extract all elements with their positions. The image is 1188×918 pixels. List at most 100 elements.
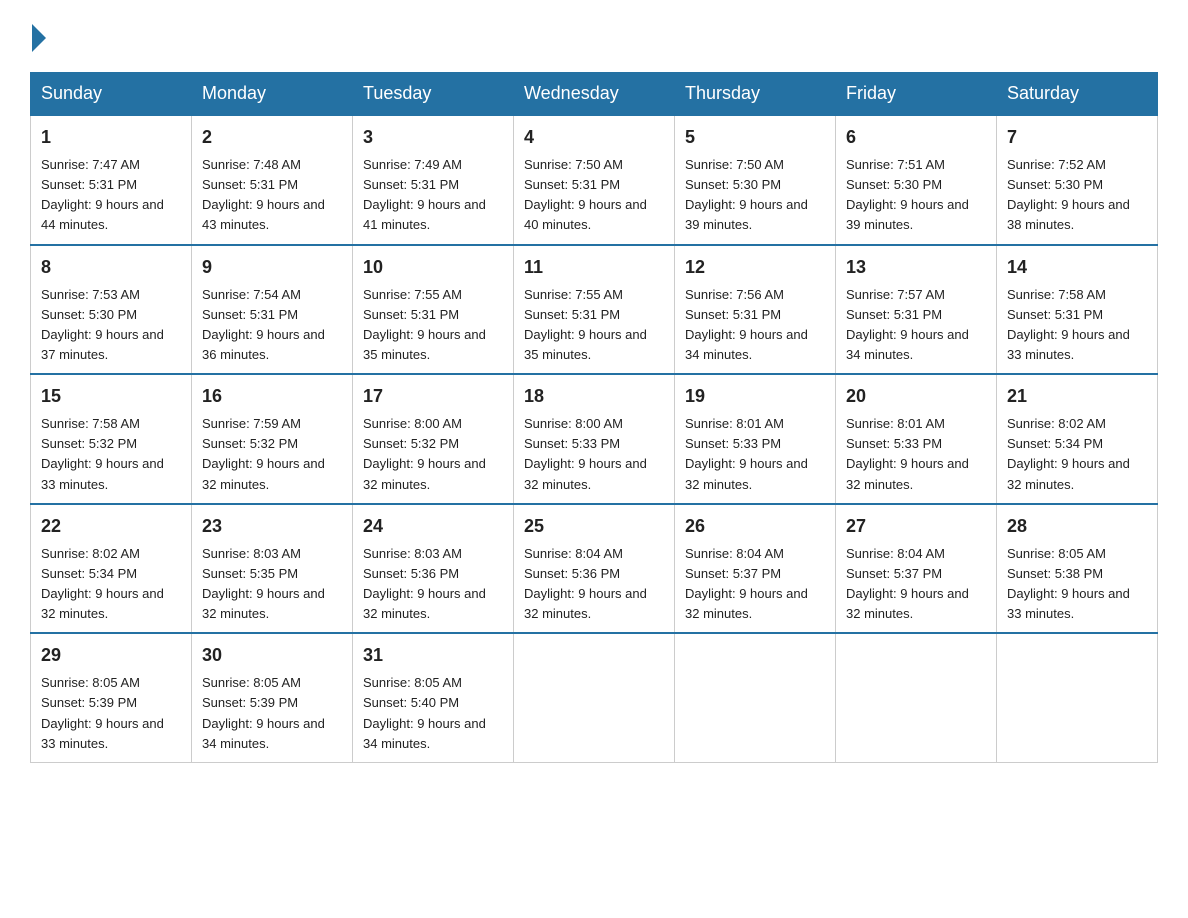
day-number: 28 <box>1007 513 1147 540</box>
day-number: 22 <box>41 513 181 540</box>
day-number: 18 <box>524 383 664 410</box>
day-number: 27 <box>846 513 986 540</box>
day-number: 3 <box>363 124 503 151</box>
calendar-cell: 13 Sunrise: 7:57 AMSunset: 5:31 PMDaylig… <box>836 245 997 375</box>
calendar-cell: 21 Sunrise: 8:02 AMSunset: 5:34 PMDaylig… <box>997 374 1158 504</box>
calendar-week-row: 29 Sunrise: 8:05 AMSunset: 5:39 PMDaylig… <box>31 633 1158 762</box>
calendar-cell: 20 Sunrise: 8:01 AMSunset: 5:33 PMDaylig… <box>836 374 997 504</box>
calendar-cell: 22 Sunrise: 8:02 AMSunset: 5:34 PMDaylig… <box>31 504 192 634</box>
day-info: Sunrise: 8:00 AMSunset: 5:32 PMDaylight:… <box>363 416 486 491</box>
day-info: Sunrise: 7:52 AMSunset: 5:30 PMDaylight:… <box>1007 157 1130 232</box>
calendar-cell <box>675 633 836 762</box>
calendar-cell: 31 Sunrise: 8:05 AMSunset: 5:40 PMDaylig… <box>353 633 514 762</box>
day-info: Sunrise: 8:02 AMSunset: 5:34 PMDaylight:… <box>41 546 164 621</box>
calendar-cell: 23 Sunrise: 8:03 AMSunset: 5:35 PMDaylig… <box>192 504 353 634</box>
calendar-cell: 17 Sunrise: 8:00 AMSunset: 5:32 PMDaylig… <box>353 374 514 504</box>
day-number: 8 <box>41 254 181 281</box>
day-info: Sunrise: 8:03 AMSunset: 5:36 PMDaylight:… <box>363 546 486 621</box>
calendar-cell: 16 Sunrise: 7:59 AMSunset: 5:32 PMDaylig… <box>192 374 353 504</box>
calendar-cell: 12 Sunrise: 7:56 AMSunset: 5:31 PMDaylig… <box>675 245 836 375</box>
day-number: 5 <box>685 124 825 151</box>
calendar-cell: 19 Sunrise: 8:01 AMSunset: 5:33 PMDaylig… <box>675 374 836 504</box>
day-number: 24 <box>363 513 503 540</box>
day-of-week-header: Thursday <box>675 73 836 116</box>
calendar-cell: 14 Sunrise: 7:58 AMSunset: 5:31 PMDaylig… <box>997 245 1158 375</box>
calendar-cell: 9 Sunrise: 7:54 AMSunset: 5:31 PMDayligh… <box>192 245 353 375</box>
day-of-week-header: Tuesday <box>353 73 514 116</box>
calendar-cell: 29 Sunrise: 8:05 AMSunset: 5:39 PMDaylig… <box>31 633 192 762</box>
day-info: Sunrise: 8:04 AMSunset: 5:36 PMDaylight:… <box>524 546 647 621</box>
calendar-cell: 18 Sunrise: 8:00 AMSunset: 5:33 PMDaylig… <box>514 374 675 504</box>
calendar-cell: 27 Sunrise: 8:04 AMSunset: 5:37 PMDaylig… <box>836 504 997 634</box>
calendar-cell: 15 Sunrise: 7:58 AMSunset: 5:32 PMDaylig… <box>31 374 192 504</box>
day-info: Sunrise: 8:01 AMSunset: 5:33 PMDaylight:… <box>685 416 808 491</box>
day-number: 16 <box>202 383 342 410</box>
day-info: Sunrise: 7:54 AMSunset: 5:31 PMDaylight:… <box>202 287 325 362</box>
calendar-cell: 30 Sunrise: 8:05 AMSunset: 5:39 PMDaylig… <box>192 633 353 762</box>
day-of-week-header: Wednesday <box>514 73 675 116</box>
calendar-cell: 8 Sunrise: 7:53 AMSunset: 5:30 PMDayligh… <box>31 245 192 375</box>
day-number: 1 <box>41 124 181 151</box>
calendar-week-row: 22 Sunrise: 8:02 AMSunset: 5:34 PMDaylig… <box>31 504 1158 634</box>
day-number: 20 <box>846 383 986 410</box>
day-info: Sunrise: 7:51 AMSunset: 5:30 PMDaylight:… <box>846 157 969 232</box>
calendar-cell: 26 Sunrise: 8:04 AMSunset: 5:37 PMDaylig… <box>675 504 836 634</box>
day-number: 10 <box>363 254 503 281</box>
day-number: 12 <box>685 254 825 281</box>
day-info: Sunrise: 8:00 AMSunset: 5:33 PMDaylight:… <box>524 416 647 491</box>
day-number: 15 <box>41 383 181 410</box>
day-number: 21 <box>1007 383 1147 410</box>
calendar-cell: 10 Sunrise: 7:55 AMSunset: 5:31 PMDaylig… <box>353 245 514 375</box>
calendar-cell: 5 Sunrise: 7:50 AMSunset: 5:30 PMDayligh… <box>675 115 836 245</box>
day-number: 25 <box>524 513 664 540</box>
day-info: Sunrise: 8:04 AMSunset: 5:37 PMDaylight:… <box>846 546 969 621</box>
day-info: Sunrise: 7:58 AMSunset: 5:31 PMDaylight:… <box>1007 287 1130 362</box>
day-number: 11 <box>524 254 664 281</box>
day-info: Sunrise: 7:59 AMSunset: 5:32 PMDaylight:… <box>202 416 325 491</box>
day-number: 4 <box>524 124 664 151</box>
day-number: 7 <box>1007 124 1147 151</box>
day-info: Sunrise: 7:53 AMSunset: 5:30 PMDaylight:… <box>41 287 164 362</box>
calendar-cell: 25 Sunrise: 8:04 AMSunset: 5:36 PMDaylig… <box>514 504 675 634</box>
calendar-cell <box>514 633 675 762</box>
day-number: 2 <box>202 124 342 151</box>
day-number: 9 <box>202 254 342 281</box>
day-info: Sunrise: 7:55 AMSunset: 5:31 PMDaylight:… <box>524 287 647 362</box>
day-of-week-header: Friday <box>836 73 997 116</box>
calendar-cell <box>836 633 997 762</box>
day-number: 19 <box>685 383 825 410</box>
calendar-cell: 7 Sunrise: 7:52 AMSunset: 5:30 PMDayligh… <box>997 115 1158 245</box>
calendar-week-row: 1 Sunrise: 7:47 AMSunset: 5:31 PMDayligh… <box>31 115 1158 245</box>
day-info: Sunrise: 8:05 AMSunset: 5:39 PMDaylight:… <box>41 675 164 750</box>
calendar-cell: 24 Sunrise: 8:03 AMSunset: 5:36 PMDaylig… <box>353 504 514 634</box>
day-number: 6 <box>846 124 986 151</box>
day-number: 31 <box>363 642 503 669</box>
day-info: Sunrise: 7:49 AMSunset: 5:31 PMDaylight:… <box>363 157 486 232</box>
day-of-week-header: Sunday <box>31 73 192 116</box>
calendar-cell: 2 Sunrise: 7:48 AMSunset: 5:31 PMDayligh… <box>192 115 353 245</box>
page-header <box>30 20 1158 52</box>
day-info: Sunrise: 8:02 AMSunset: 5:34 PMDaylight:… <box>1007 416 1130 491</box>
day-info: Sunrise: 7:48 AMSunset: 5:31 PMDaylight:… <box>202 157 325 232</box>
calendar-cell: 28 Sunrise: 8:05 AMSunset: 5:38 PMDaylig… <box>997 504 1158 634</box>
day-number: 13 <box>846 254 986 281</box>
day-info: Sunrise: 7:56 AMSunset: 5:31 PMDaylight:… <box>685 287 808 362</box>
day-info: Sunrise: 7:58 AMSunset: 5:32 PMDaylight:… <box>41 416 164 491</box>
calendar-cell: 6 Sunrise: 7:51 AMSunset: 5:30 PMDayligh… <box>836 115 997 245</box>
day-number: 26 <box>685 513 825 540</box>
day-number: 23 <box>202 513 342 540</box>
day-info: Sunrise: 8:03 AMSunset: 5:35 PMDaylight:… <box>202 546 325 621</box>
day-number: 17 <box>363 383 503 410</box>
calendar-cell: 11 Sunrise: 7:55 AMSunset: 5:31 PMDaylig… <box>514 245 675 375</box>
day-info: Sunrise: 8:05 AMSunset: 5:39 PMDaylight:… <box>202 675 325 750</box>
calendar-cell: 1 Sunrise: 7:47 AMSunset: 5:31 PMDayligh… <box>31 115 192 245</box>
day-of-week-header: Monday <box>192 73 353 116</box>
day-info: Sunrise: 7:55 AMSunset: 5:31 PMDaylight:… <box>363 287 486 362</box>
calendar-week-row: 15 Sunrise: 7:58 AMSunset: 5:32 PMDaylig… <box>31 374 1158 504</box>
calendar-cell <box>997 633 1158 762</box>
calendar-cell: 4 Sunrise: 7:50 AMSunset: 5:31 PMDayligh… <box>514 115 675 245</box>
logo <box>30 20 46 52</box>
day-number: 29 <box>41 642 181 669</box>
day-number: 30 <box>202 642 342 669</box>
day-info: Sunrise: 8:05 AMSunset: 5:40 PMDaylight:… <box>363 675 486 750</box>
